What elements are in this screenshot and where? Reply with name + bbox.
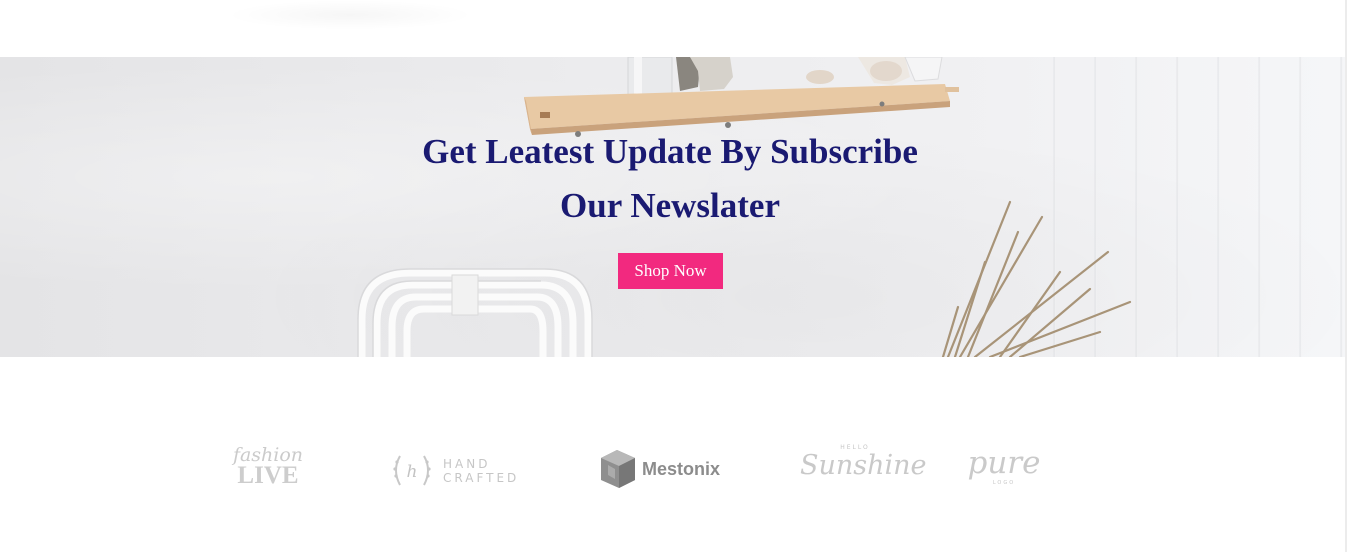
headline-line-1: Get Leatest Update By Subscribe (422, 132, 918, 171)
shop-now-button[interactable]: Shop Now (618, 253, 723, 289)
product-shadow (225, 0, 475, 30)
chair-binding (451, 274, 479, 316)
sunshine-script: Sunshine (800, 450, 927, 481)
hand-crafted-words: HAND CRAFTED (443, 457, 519, 485)
pure-small: LOGO (992, 480, 1016, 486)
mestonix-name: Mestonix (642, 459, 721, 479)
pure-logo: pure LOGO (948, 446, 1060, 490)
mestonix-logo: Mestonix (599, 448, 729, 490)
hand-crafted-logo: h HAND CRAFTED (388, 450, 518, 490)
fashion-live-logo: fashion LIVE (218, 444, 318, 494)
sunshine-logo: HELLO Sunshine (800, 444, 927, 490)
pure-script: pure (967, 445, 1041, 481)
badge-letter: h (407, 462, 418, 482)
page: Get Leatest Update By Subscribe Our News… (0, 0, 1347, 552)
headline-line-2: Our Newslater (560, 186, 780, 225)
hand-crafted-line-1: HAND (443, 457, 491, 471)
laurel-icon: h (393, 455, 431, 486)
newsletter-banner: Get Leatest Update By Subscribe Our News… (0, 57, 1345, 357)
cube-icon (601, 450, 635, 488)
fashion-live-block: LIVE (237, 462, 299, 489)
newsletter-headline: Get Leatest Update By Subscribe Our News… (0, 125, 1340, 233)
hand-crafted-line-2: CRAFTED (443, 471, 520, 485)
